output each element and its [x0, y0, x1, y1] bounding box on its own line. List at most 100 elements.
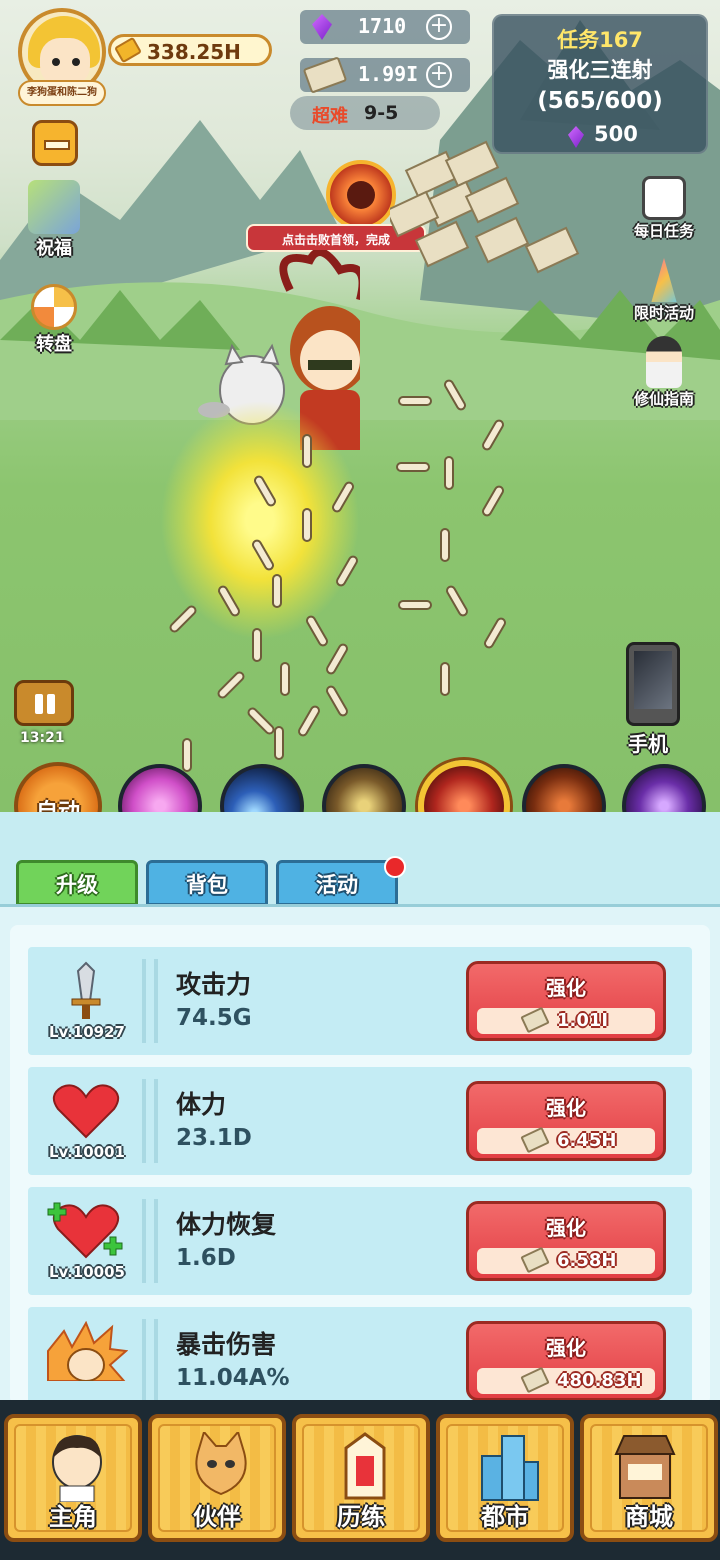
skill-lightning-pillar[interactable] [322, 764, 406, 812]
bone-projectile [324, 641, 350, 677]
skill-dark-warrior[interactable] [522, 764, 606, 812]
bone-projectile [272, 574, 282, 608]
battle-timer: 13:21 [20, 730, 65, 746]
bone-projectile [396, 462, 430, 472]
nav-partner[interactable]: 伙伴 [148, 1414, 286, 1542]
bone-projectile [182, 738, 192, 772]
nav-training-label: 历练 [337, 1503, 385, 1531]
upgrade-panel: 升级 背包 活动 Lv.10927 攻击力 74.5G 强化 1.01I Lv.… [0, 812, 720, 1402]
stat-name: 攻击力 [176, 970, 252, 999]
cash-counter: 1.99I + [300, 56, 470, 94]
cultivation-guide-button[interactable]: 修仙指南 [624, 336, 704, 409]
gem-counter: 1710 + [300, 10, 470, 44]
bone-projectile [440, 662, 450, 696]
bone-projectile [444, 456, 454, 490]
nav-shop[interactable]: 商城 [580, 1414, 718, 1542]
phone-label: 手机 [628, 732, 668, 756]
upgrade-hp-regen-button[interactable]: 强化 6.58H [466, 1201, 666, 1281]
upgrade-hp-button[interactable]: 强化 6.45H [466, 1081, 666, 1161]
shop-stall-icon [614, 1435, 676, 1499]
cost-value: 6.45H [557, 1130, 617, 1151]
skill-red-wave[interactable] [418, 760, 510, 812]
auto-battle-button[interactable]: 自动 [14, 762, 102, 812]
heart-plus-icon [44, 1201, 128, 1261]
upgrade-cost: 6.58H [477, 1246, 655, 1274]
boss-banner-text: 点击击败首领，完成 [282, 233, 391, 247]
lightning-effect [160, 400, 360, 640]
blessing-button[interactable]: 祝福 [22, 180, 86, 260]
fist-icon [44, 1320, 129, 1382]
tab-bag[interactable]: 背包 [146, 860, 268, 906]
quest-title: 任务167 [557, 28, 643, 52]
skill-blue-comet[interactable] [220, 764, 304, 812]
cost-value: 480.83H [557, 1370, 642, 1391]
stats-list[interactable]: Lv.10927 攻击力 74.5G 强化 1.01I Lv.10001 体力 … [10, 925, 710, 1402]
stat-value: 23.1D [176, 1125, 252, 1151]
add-cash-button[interactable]: + [426, 62, 452, 88]
cash-icon [520, 1366, 550, 1394]
bone-projectile [296, 703, 322, 739]
skill-purple-burst[interactable] [622, 764, 706, 812]
bone-projectile [252, 628, 262, 662]
nav-hero[interactable]: 主角 [4, 1414, 142, 1542]
stat-row-attack: Lv.10927 攻击力 74.5G 强化 1.01I [28, 947, 692, 1055]
wheel-button[interactable]: 转盘 [22, 284, 86, 356]
bone-projectile [302, 508, 312, 542]
decor-pattern [142, 1319, 158, 1402]
collapse-button[interactable] [32, 120, 78, 166]
avatar-face [40, 38, 90, 86]
tab-upgrade[interactable]: 升级 [16, 860, 138, 906]
city-buildings-icon [481, 1435, 539, 1501]
gem-icon [312, 14, 332, 40]
nav-city[interactable]: 都市 [436, 1414, 574, 1542]
cost-value: 6.58H [557, 1250, 617, 1271]
upgrade-crit-damage-button[interactable]: 强化 480.83H [466, 1321, 666, 1401]
gold-counter[interactable]: 338.25H [108, 34, 272, 66]
stage-indicator: 超难 9-5 [290, 96, 440, 130]
gem-value: 1710 [358, 14, 407, 38]
bone-projectile [440, 528, 450, 562]
stat-name: 体力恢复 [176, 1210, 277, 1239]
stat-value: 11.04A% [176, 1365, 290, 1391]
wheel-icon [31, 284, 77, 330]
decor-pattern [142, 1199, 158, 1283]
stat-name: 体力 [176, 1090, 227, 1119]
phone-icon[interactable] [626, 642, 680, 726]
quest-panel[interactable]: 任务167 强化三连射 (565/600) 500 [492, 14, 708, 154]
quest-name: 强化三连射 [547, 58, 653, 82]
avatar-eye [52, 58, 60, 66]
cash-icon [520, 1246, 550, 1274]
hero-portrait-icon [52, 1435, 102, 1502]
heart-icon [44, 1081, 128, 1141]
nav-city-label: 都市 [481, 1503, 529, 1531]
daily-task-button[interactable]: 每日任务 [624, 176, 704, 241]
bone-projectile [324, 683, 350, 719]
upgrade-label: 强化 [546, 1336, 586, 1360]
pause-button[interactable] [14, 680, 74, 726]
upgrade-cost: 480.83H [477, 1366, 655, 1394]
daily-task-label: 每日任务 [633, 222, 694, 240]
bone-projectile [398, 396, 432, 406]
clipboard-icon [642, 176, 686, 220]
cash-icon [520, 1126, 550, 1154]
cash-drop-pile[interactable] [390, 140, 590, 300]
stat-value: 74.5G [176, 1005, 252, 1031]
gold-value: 338.25H [147, 40, 241, 64]
bone-projectile [480, 483, 506, 519]
boss-icon[interactable] [326, 160, 396, 230]
avatar-eye [72, 58, 80, 66]
battle-scene[interactable]: 李狗蛋和陈二狗 338.25H 1710 + 1.99I + 超难 9-5 任务… [0, 0, 720, 812]
limited-event-button[interactable]: 限时活动 [624, 258, 704, 323]
cash-icon [302, 56, 348, 94]
nav-training[interactable]: 历练 [292, 1414, 430, 1542]
bone-projectile [280, 662, 290, 696]
decor-pattern [142, 959, 158, 1043]
immortal-icon [646, 336, 682, 388]
nav-hero-label: 主角 [49, 1503, 97, 1531]
stat-level: Lv.10001 [49, 1143, 125, 1161]
upgrade-attack-button[interactable]: 强化 1.01I [466, 961, 666, 1041]
tab-event[interactable]: 活动 [276, 860, 398, 906]
player-name: 李狗蛋和陈二狗 [18, 80, 106, 106]
add-gems-button[interactable]: + [426, 14, 452, 40]
upgrade-label: 强化 [546, 1096, 586, 1120]
